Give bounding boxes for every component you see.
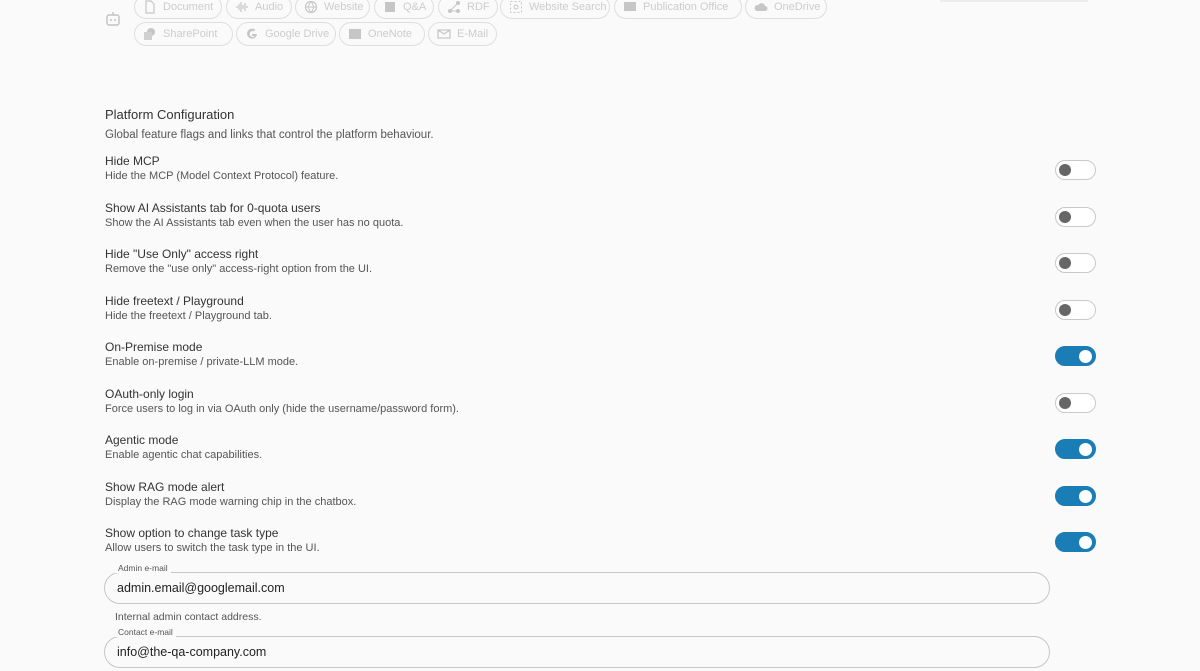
setting-title: OAuth-only login — [105, 387, 194, 401]
chip-label: OneNote — [368, 28, 413, 40]
setting-description: Hide the MCP (Model Context Protocol) fe… — [105, 170, 339, 182]
setting-toggle[interactable] — [1055, 439, 1096, 459]
toggle-knob — [1079, 349, 1092, 363]
chip-label: Q&A — [403, 1, 427, 13]
source-chip-area: Document Audio Website Q&A RDF Website S… — [0, 0, 1200, 60]
chip-publication-office[interactable]: Publication Office — [614, 0, 742, 19]
contact-email-box — [104, 636, 1050, 668]
divider — [940, 0, 1088, 2]
setting-description: Display the RAG mode warning chip in the… — [105, 496, 357, 508]
mail-icon — [437, 29, 451, 39]
toggle-knob — [1059, 257, 1071, 269]
setting-toggle[interactable] — [1055, 160, 1096, 180]
setting-toggle[interactable] — [1055, 486, 1096, 506]
chip-website[interactable]: Website — [295, 0, 370, 19]
admin-email-label: Admin e-mail — [115, 563, 171, 573]
book-icon — [385, 2, 395, 12]
setting-row: Show AI Assistants tab for 0-quota users… — [105, 201, 1100, 237]
cloud-icon — [754, 3, 768, 11]
chip-document[interactable]: Document — [134, 0, 222, 19]
chip-email[interactable]: E-Mail — [428, 22, 497, 46]
setting-row: Hide "Use Only" access right Remove the "… — [105, 247, 1100, 283]
toggle-knob — [1059, 397, 1071, 409]
globe-icon — [304, 0, 318, 14]
admin-email-helper: Internal admin contact address. — [115, 611, 262, 623]
chip-label: Website — [324, 1, 364, 13]
setting-row: Agentic mode Enable agentic chat capabili… — [105, 433, 1100, 469]
setting-title: Hide "Use Only" access right — [105, 247, 259, 261]
chip-label: Website Search — [529, 1, 607, 13]
setting-description: Remove the "use only" access-right optio… — [105, 263, 373, 275]
setting-title: Show AI Assistants tab for 0-quota users — [105, 201, 321, 215]
setting-toggle[interactable] — [1055, 207, 1096, 227]
section-description: Global feature flags and links that cont… — [105, 129, 434, 141]
toggle-knob — [1059, 211, 1071, 223]
chip-label: Document — [163, 1, 214, 13]
chip-audio[interactable]: Audio — [226, 0, 292, 19]
audio-waveform-icon — [236, 2, 248, 12]
chip-label: OneDrive — [774, 1, 821, 13]
graph-icon — [448, 1, 460, 13]
chip-label: SharePoint — [163, 28, 218, 40]
setting-description: Enable on-premise / private-LLM mode. — [105, 356, 299, 368]
web-search-icon — [510, 1, 522, 13]
setting-description: Hide the freetext / Playground tab. — [105, 310, 272, 322]
setting-title: Show option to change task type — [105, 526, 279, 540]
chip-sharepoint[interactable]: SharePoint — [134, 22, 233, 46]
toggle-knob — [1079, 535, 1092, 549]
onenote-icon — [349, 29, 361, 39]
setting-toggle[interactable] — [1055, 532, 1096, 552]
chip-website-search[interactable]: Website Search — [500, 0, 610, 19]
chip-label: Audio — [255, 1, 284, 13]
toggle-knob — [1079, 489, 1092, 503]
chip-label: Publication Office — [643, 1, 729, 13]
setting-description: Force users to log in via OAuth only (hi… — [105, 403, 459, 415]
admin-email-box — [104, 572, 1050, 604]
robot-icon — [106, 12, 120, 26]
toggle-knob — [1059, 164, 1071, 176]
toggle-knob — [1079, 442, 1092, 456]
admin-email-input[interactable] — [105, 573, 1049, 603]
setting-row: Hide freetext / Playground Hide the freet… — [105, 294, 1100, 330]
chip-onedrive[interactable]: OneDrive — [745, 0, 827, 19]
admin-email-field: Admin e-mail Internal admin contact addr… — [104, 563, 1050, 625]
chip-onenote[interactable]: OneNote — [339, 22, 425, 46]
google-icon — [247, 28, 257, 39]
chip-rdf[interactable]: RDF — [438, 0, 498, 19]
setting-title: Agentic mode — [105, 433, 179, 447]
setting-description: Show the AI Assistants tab even when the… — [105, 217, 404, 229]
toggle-knob — [1059, 304, 1071, 316]
setting-row: Show option to change task type Allow use… — [105, 526, 1100, 562]
chip-label: RDF — [467, 1, 490, 13]
setting-toggle[interactable] — [1055, 253, 1096, 273]
document-icon — [145, 0, 155, 14]
chip-google-drive[interactable]: Google Drive — [236, 22, 336, 46]
section-title: Platform Configuration — [105, 107, 235, 122]
setting-row: Hide MCP Hide the MCP (Model Context Prot… — [105, 154, 1100, 190]
setting-description: Allow users to switch the task type in t… — [105, 542, 320, 554]
contact-email-input[interactable] — [105, 637, 1049, 667]
chip-qa[interactable]: Q&A — [374, 0, 434, 19]
setting-row: On-Premise mode Enable on-premise / priva… — [105, 340, 1100, 376]
setting-title: On-Premise mode — [105, 340, 203, 354]
setting-row: Show RAG mode alert Display the RAG mode … — [105, 480, 1100, 516]
setting-toggle[interactable] — [1055, 346, 1096, 366]
chip-label: Google Drive — [265, 28, 330, 40]
setting-toggle[interactable] — [1055, 300, 1096, 320]
setting-toggle[interactable] — [1055, 393, 1096, 413]
setting-title: Show RAG mode alert — [105, 480, 225, 494]
publication-office-icon — [624, 2, 636, 11]
setting-description: Enable agentic chat capabilities. — [105, 449, 263, 461]
contact-email-label: Contact e-mail — [115, 627, 176, 637]
setting-title: Hide freetext / Playground — [105, 294, 244, 308]
sharepoint-icon — [144, 28, 155, 40]
setting-row: OAuth-only login Force users to log in vi… — [105, 387, 1100, 423]
setting-title: Hide MCP — [105, 154, 160, 168]
contact-email-field: Contact e-mail — [104, 627, 1050, 671]
chip-label: E-Mail — [457, 28, 489, 40]
